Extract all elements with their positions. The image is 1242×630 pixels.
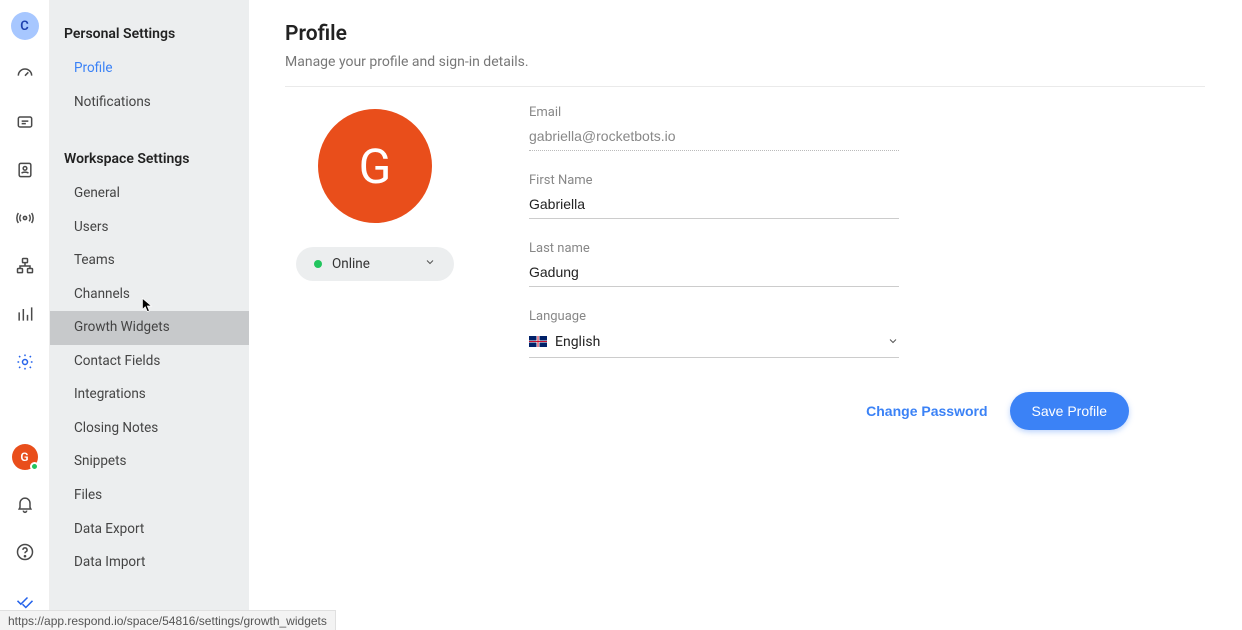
last-name-label: Last name	[529, 241, 899, 256]
online-dot-icon	[30, 462, 39, 471]
status-dot-icon	[314, 260, 322, 268]
status-label: Online	[332, 256, 370, 272]
browser-statusbar: https://app.respond.io/space/54816/setti…	[0, 610, 336, 630]
page-subtitle: Manage your profile and sign-in details.	[285, 54, 1206, 70]
sidebar-item-teams[interactable]: Teams	[50, 244, 249, 278]
page-title: Profile	[285, 22, 1206, 46]
sidebar-item-data-export[interactable]: Data Export	[50, 513, 249, 547]
sitemap-icon	[15, 256, 35, 276]
workspace-avatar[interactable]: C	[11, 12, 39, 40]
message-icon	[15, 112, 35, 132]
nav-dashboard[interactable]	[7, 56, 43, 92]
avatar-initial: G	[359, 138, 392, 195]
user-avatar-rail[interactable]: G	[12, 444, 38, 470]
uk-flag-icon	[529, 336, 547, 347]
nav-help[interactable]	[7, 534, 43, 570]
nav-contacts[interactable]	[7, 152, 43, 188]
main-content: Profile Manage your profile and sign-in …	[249, 0, 1242, 630]
nav-reports[interactable]	[7, 296, 43, 332]
nav-settings[interactable]	[7, 344, 43, 380]
email-label: Email	[529, 105, 899, 120]
sidebar-item-growth-widgets[interactable]: Growth Widgets	[50, 311, 249, 345]
sidebar-item-users[interactable]: Users	[50, 211, 249, 245]
settings-sidebar: Personal Settings Profile Notifications …	[50, 0, 249, 630]
divider	[285, 86, 1205, 87]
last-name-input[interactable]	[529, 260, 899, 287]
save-profile-button[interactable]: Save Profile	[1010, 392, 1129, 430]
chevron-down-icon	[424, 256, 436, 272]
sidebar-item-notifications[interactable]: Notifications	[50, 86, 249, 120]
sidebar-item-channels[interactable]: Channels	[50, 278, 249, 312]
nav-workflows[interactable]	[7, 248, 43, 284]
sidebar-header-personal: Personal Settings	[50, 20, 249, 52]
first-name-input[interactable]	[529, 192, 899, 219]
first-name-label: First Name	[529, 173, 899, 188]
status-selector[interactable]: Online	[296, 247, 454, 281]
bar-chart-icon	[15, 304, 35, 324]
workspace-initial: C	[20, 19, 29, 34]
sidebar-header-workspace: Workspace Settings	[50, 145, 249, 177]
broadcast-icon	[15, 208, 35, 228]
double-check-icon	[15, 590, 35, 610]
profile-avatar[interactable]: G	[318, 109, 432, 223]
sidebar-item-integrations[interactable]: Integrations	[50, 378, 249, 412]
help-icon	[15, 542, 35, 562]
sidebar-item-contact-fields[interactable]: Contact Fields	[50, 345, 249, 379]
sidebar-item-closing-notes[interactable]: Closing Notes	[50, 412, 249, 446]
sidebar-item-snippets[interactable]: Snippets	[50, 445, 249, 479]
bell-icon	[15, 494, 35, 514]
sidebar-item-general[interactable]: General	[50, 177, 249, 211]
email-field	[529, 124, 899, 151]
change-password-button[interactable]: Change Password	[866, 403, 987, 419]
language-label: Language	[529, 309, 899, 324]
nav-broadcast[interactable]	[7, 200, 43, 236]
icon-rail: C G	[0, 0, 50, 630]
user-avatar-initial: G	[20, 450, 28, 464]
gauge-icon	[15, 64, 35, 84]
sidebar-item-data-import[interactable]: Data Import	[50, 546, 249, 580]
language-value: English	[555, 334, 887, 350]
sidebar-item-files[interactable]: Files	[50, 479, 249, 513]
language-selector[interactable]: English	[529, 328, 899, 358]
contact-icon	[15, 160, 35, 180]
nav-notifications[interactable]	[7, 486, 43, 522]
nav-messages[interactable]	[7, 104, 43, 140]
sidebar-item-profile[interactable]: Profile	[50, 52, 249, 86]
chevron-down-icon	[887, 332, 899, 351]
gear-icon	[15, 352, 35, 372]
